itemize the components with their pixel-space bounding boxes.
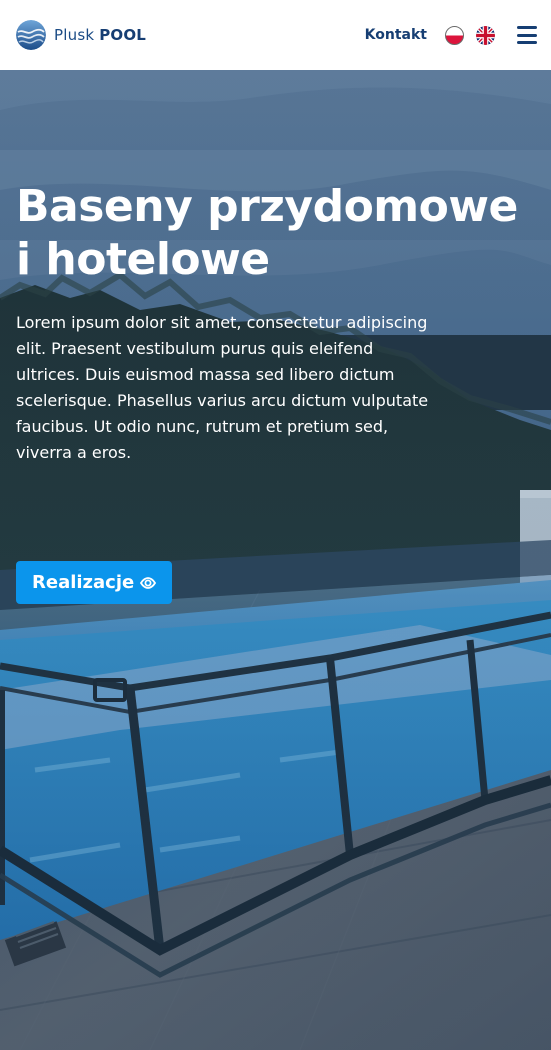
hero-title-line-1: Baseny przydomowe [16, 181, 518, 232]
brand-name: Plusk POOL [54, 26, 146, 44]
hero-content: Baseny przydomowe i hotelowe Lorem ipsum… [16, 180, 526, 466]
brand-name-strong: POOL [99, 26, 147, 44]
nav-contact-link[interactable]: Kontakt [365, 27, 427, 43]
hero-title-line-2: i hotelowe [16, 234, 270, 285]
brand-logo-link[interactable]: Plusk POOL [16, 20, 146, 50]
realizacje-button[interactable]: Realizacje [16, 561, 173, 604]
gb-flag-icon[interactable] [476, 25, 495, 45]
hero-title: Baseny przydomowe i hotelowe [16, 180, 526, 286]
hero-description: Lorem ipsum dolor sit amet, consectetur … [16, 313, 429, 462]
hamburger-menu-icon[interactable] [517, 26, 537, 44]
pl-flag-icon[interactable] [445, 25, 464, 45]
eye-icon [140, 576, 157, 589]
hamburger-line [517, 33, 537, 37]
hamburger-line [517, 26, 537, 29]
hero-section: Baseny przydomowe i hotelowe Lorem ipsum… [0, 70, 551, 1050]
site-header: Plusk POOL Kontakt [0, 0, 551, 70]
realizacje-button-label: Realizacje [32, 572, 135, 593]
brand-name-prefix: Plusk [54, 26, 100, 44]
header-actions: Kontakt [365, 25, 537, 45]
pool-wave-logo-icon [16, 20, 46, 50]
hamburger-line [517, 41, 537, 44]
